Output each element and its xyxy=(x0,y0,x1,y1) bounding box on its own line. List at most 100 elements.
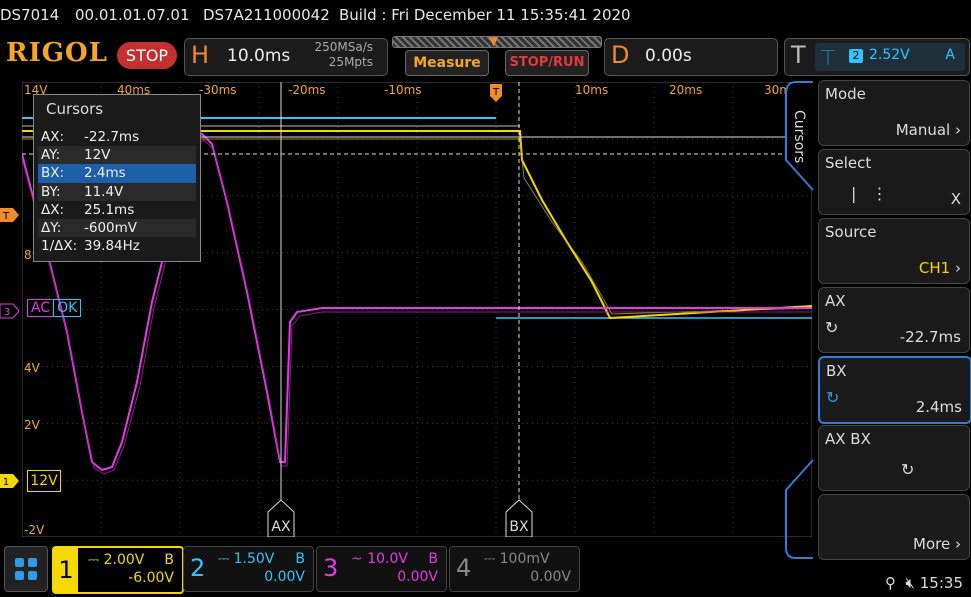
ch1-scale: ⎓ 2.00V xyxy=(88,552,145,568)
delay-value: 0.00s xyxy=(645,46,692,66)
trigger-level-marker[interactable]: T xyxy=(0,205,22,225)
cursor-select-icon: | ⋮ xyxy=(851,184,888,203)
rigol-logo: RIGOL xyxy=(6,38,108,68)
ch2-scale: ⎓ 1.50V xyxy=(218,551,275,567)
ch3-marker-text: 3 xyxy=(4,307,10,318)
cursor-row-inv-dx: 1/ΔX: 39.84Hz xyxy=(38,237,196,255)
cursor-panel-title: Cursors xyxy=(46,100,104,118)
ch2-settings[interactable]: 2 ⎓ 1.50V B 0.00V xyxy=(183,546,314,592)
info-line: DS7014 00.01.01.07.01 DS7A211000042 Buil… xyxy=(0,0,971,30)
menu-select-value: X xyxy=(950,190,961,208)
trigger-mode: A xyxy=(945,47,955,63)
stop-run-button[interactable]: STOP/RUN xyxy=(505,50,589,76)
ch4-scale: ⎓ 100mV xyxy=(484,551,550,567)
ch4-number: 4 xyxy=(456,554,472,582)
horizontal-settings[interactable]: H 10.0ms 250MSa/s 25Mpts xyxy=(184,38,388,76)
trigger-info: ⏉ 2 2.52V A xyxy=(815,43,965,71)
serial-number: DS7A211000042 xyxy=(203,6,330,24)
knob-icon: ↻ xyxy=(825,318,839,337)
trigger-settings[interactable]: T ⏉ 2 2.52V A xyxy=(784,38,970,76)
sample-rate: 250MSa/s xyxy=(314,40,373,54)
row-value: 25.1ms xyxy=(84,201,135,218)
trigger-time-letter: T xyxy=(492,87,500,98)
cursor-row-dx: ΔX: 25.1ms xyxy=(38,201,196,219)
menu-select[interactable]: Select | ⋮ X xyxy=(818,149,970,215)
ch1-settings[interactable]: 1 ⎓ 2.00V B -6.00V xyxy=(52,546,184,594)
time-label-3: -10ms xyxy=(384,83,422,97)
menu-ax[interactable]: AX ↻ -22.7ms xyxy=(818,287,970,353)
cursor-a-text: AX xyxy=(271,519,291,535)
row-key: BY: xyxy=(41,183,61,200)
row-value: -600mV xyxy=(84,219,138,236)
row-value: 39.84Hz xyxy=(84,238,140,255)
cursor-row-dy: ΔY: -600mV xyxy=(38,218,196,238)
menu-ax-bx[interactable]: AX BX ↻ xyxy=(818,425,970,491)
coupling-status: AC OK xyxy=(27,299,82,319)
volt-label-3: 2V xyxy=(24,418,41,432)
model-label: DS7014 xyxy=(0,6,60,24)
menu-ax-label: AX xyxy=(825,292,846,310)
ch3-number: 3 xyxy=(323,554,339,582)
menu-bx[interactable]: BX ↻ 2.4ms xyxy=(818,356,971,424)
row-value: -22.7ms xyxy=(84,129,140,145)
cursor-row-bx: BX: 2.4ms xyxy=(38,164,196,183)
menu-source[interactable]: Source CH1 › xyxy=(818,218,970,284)
ch4-offset: 0.00V xyxy=(530,569,571,585)
ch3-scale-value: 10.0V xyxy=(367,551,408,567)
ch4-settings[interactable]: 4 ⎓ 100mV 0.00V xyxy=(449,546,580,592)
knob-icon: ↻ xyxy=(901,460,915,479)
ch3-scale: ~ 10.0V xyxy=(351,551,408,567)
row-key: ΔX: xyxy=(41,201,65,218)
ch3-offset: 0.00V xyxy=(397,569,438,585)
delay-settings[interactable]: D 0.00s xyxy=(604,38,778,76)
menu-tab[interactable]: Cursors xyxy=(782,80,814,560)
ch4-scale-value: 100mV xyxy=(499,551,550,567)
memory-depth: 25Mpts xyxy=(328,55,373,69)
speaker-muted-icon[interactable]: 🔇︎ xyxy=(906,574,915,592)
menu-bx-value: 2.4ms xyxy=(915,398,962,416)
menu-mode[interactable]: Mode Manual › xyxy=(818,80,970,146)
menu-more[interactable]: More › xyxy=(818,494,970,560)
cursor-menu: Mode Manual › Select | ⋮ X Source CH1 › … xyxy=(812,80,971,560)
cursor-results-list: AX: -22.7ms AY: 12V BX: 2.4ms BY: 11.4V ΔX: 2… xyxy=(38,128,196,255)
row-value: 2.4ms xyxy=(84,165,126,182)
menu-more-label: More › xyxy=(913,535,961,553)
knob-icon: ↻ xyxy=(826,388,840,407)
ch2-scale-value: 1.50V xyxy=(233,551,275,567)
cursor-row-by: BY: 11.4V xyxy=(38,182,196,201)
trigger-level: 2.52V xyxy=(869,47,910,63)
ch2-number: 2 xyxy=(190,554,206,582)
ch1-scale-value: 2.00V xyxy=(103,552,145,568)
menu-select-label: Select xyxy=(825,154,872,172)
cursor-row-ay: AY: 12V xyxy=(38,146,196,165)
ac-badge: AC xyxy=(27,299,55,317)
horizontal-letter: H xyxy=(191,41,210,69)
trigger-source: 2 xyxy=(849,49,863,63)
ch1-offset-marker[interactable]: 1 xyxy=(0,471,22,491)
row-value: 11.4V xyxy=(84,183,124,200)
time-label-5: 20ms xyxy=(669,83,702,97)
volt-label-4: -2V xyxy=(24,523,45,537)
menu-mode-value: Manual › xyxy=(895,121,961,139)
measure-button[interactable]: Measure xyxy=(405,50,489,76)
sample-info: 250MSa/s 25Mpts xyxy=(314,40,373,70)
cursor-results-panel[interactable]: Cursors AX: -22.7ms AY: 12V BX: 2.4ms BY: 11… xyxy=(33,94,201,262)
firmware-version: 00.01.01.07.01 xyxy=(75,6,190,24)
time-label-2: -20ms xyxy=(288,83,326,97)
grid-menu-icon xyxy=(15,558,37,580)
ch3-bw-limit: B xyxy=(428,551,438,567)
usb-icon: ⚲ xyxy=(884,574,896,592)
home-button[interactable] xyxy=(4,546,48,592)
time-label-4: 10ms xyxy=(575,83,608,97)
row-value: 12V xyxy=(84,147,111,164)
run-state-indicator[interactable]: STOP xyxy=(117,42,177,69)
trigger-letter: T xyxy=(791,41,806,69)
ch2-bw-limit: B xyxy=(295,551,305,567)
ch3-offset-marker[interactable]: 3 xyxy=(0,301,22,321)
row-key: 1/ΔX: xyxy=(41,238,78,255)
menu-source-label: Source xyxy=(825,223,877,241)
menu-mode-label: Mode xyxy=(825,85,866,103)
ch3-settings[interactable]: 3 ~ 10.0V B 0.00V xyxy=(316,546,447,592)
cursor-b-text: BX xyxy=(509,519,529,535)
menu-bx-label: BX xyxy=(826,362,847,380)
